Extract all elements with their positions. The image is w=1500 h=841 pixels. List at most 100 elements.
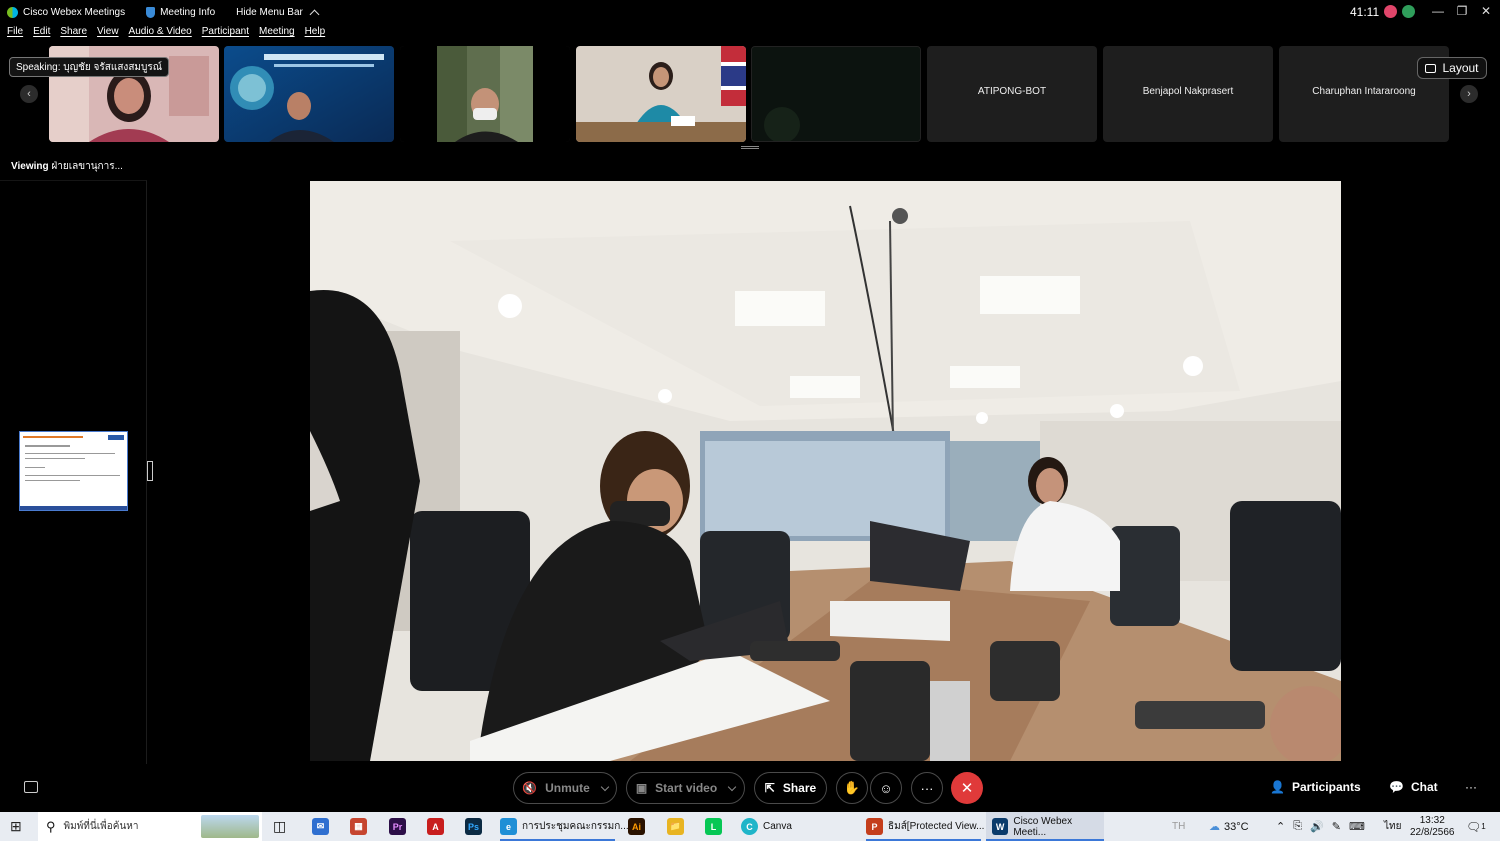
search-placeholder: พิมพ์ที่นี่เพื่อค้นหา: [63, 821, 139, 832]
webex-label: Cisco Webex Meeti...: [1013, 815, 1073, 838]
chevron-down-icon[interactable]: [600, 782, 610, 791]
photoshop-icon[interactable]: Ps: [465, 818, 482, 835]
mail-icon[interactable]: ✉: [312, 818, 329, 835]
recording-icon[interactable]: [1384, 5, 1397, 18]
share-button[interactable]: ⇱ Share: [754, 772, 827, 804]
clock[interactable]: 13:32 22/8/2566: [1410, 812, 1455, 841]
minimize-button[interactable]: —: [1427, 2, 1449, 20]
participant-video-3: [400, 46, 570, 142]
clock-date: 22/8/2566: [1410, 826, 1455, 838]
start-video-button[interactable]: ▣ Start video: [626, 772, 745, 804]
unmute-button[interactable]: 🔇 Unmute: [513, 772, 617, 804]
chevron-down-icon[interactable]: [727, 782, 737, 791]
hide-menu-bar-button[interactable]: Hide Menu Bar: [236, 7, 320, 19]
participant-tile-atipong[interactable]: ATIPONG-BOT: [927, 46, 1097, 142]
taskbar-canva-window[interactable]: C Canva: [741, 812, 792, 841]
notification-count: 1: [1481, 822, 1486, 831]
meeting-info-button[interactable]: Meeting Info: [146, 6, 216, 18]
menu-meeting[interactable]: Meeting: [259, 26, 295, 42]
menu-help[interactable]: Help: [305, 26, 326, 42]
video-off-icon: ▣: [635, 781, 648, 795]
taskbar-edge-window[interactable]: e การประชุมคณะกรรมก...: [500, 812, 629, 841]
meeting-info-label: Meeting Info: [160, 6, 216, 18]
ime-indicator[interactable]: TH: [1172, 812, 1185, 841]
participant-video-5: [752, 47, 920, 141]
main-video-feed: [310, 181, 1341, 761]
notification-icon: 🗨: [1466, 819, 1482, 834]
network-icon[interactable]: ⎘: [1293, 820, 1302, 833]
menu-view[interactable]: View: [97, 26, 119, 42]
viewing-name: ฝ่ายเลขานุการ...: [51, 161, 123, 172]
app-name: Cisco Webex Meetings: [23, 6, 126, 18]
participants-button[interactable]: 👤 Participants: [1270, 780, 1361, 794]
thumb-text-line: [25, 480, 80, 481]
taskbar-webex-window[interactable]: W Cisco Webex Meeti...: [986, 812, 1104, 841]
task-view-button[interactable]: ◫: [273, 812, 286, 841]
menu-share[interactable]: Share: [60, 26, 87, 42]
more-options-button[interactable]: ···: [911, 772, 943, 804]
menu-file[interactable]: File: [7, 26, 23, 42]
network-health-icon[interactable]: [1402, 5, 1415, 18]
shared-content-thumbnail[interactable]: [19, 431, 128, 511]
viewing-label: Viewing ฝ่ายเลขานุการ...: [11, 159, 123, 174]
filmstrip-resize-handle[interactable]: [741, 146, 759, 149]
filmstrip-prev-button[interactable]: ‹: [20, 85, 38, 103]
premiere-icon[interactable]: Pr: [389, 818, 406, 835]
person-icon: 👤: [1270, 780, 1285, 794]
language-indicator[interactable]: ไทย: [1384, 812, 1401, 841]
layout-label: Layout: [1442, 61, 1479, 75]
participants-label: Participants: [1291, 780, 1361, 794]
title-bar: Cisco Webex Meetings Meeting Info Hide M…: [0, 0, 1500, 24]
task-view-icon: ◫: [273, 818, 287, 834]
file-explorer-icon[interactable]: 📁: [667, 818, 684, 835]
thumb-header-line: [23, 436, 83, 438]
taskbar-search-box[interactable]: ⚲ พิมพ์ที่นี่เพื่อค้นหา: [38, 812, 262, 841]
captions-icon[interactable]: [24, 781, 38, 793]
viewing-prefix: Viewing: [11, 161, 49, 172]
participant-video-tile[interactable]: [751, 46, 921, 142]
panel-overflow-button[interactable]: ···: [1465, 780, 1477, 794]
taskbar-powerpoint-window[interactable]: P ธิมส์[Protected View...: [866, 812, 984, 841]
menu-audio-video[interactable]: Audio & Video: [129, 26, 192, 42]
edge-window-label: การประชุมคณะกรรมก...: [522, 821, 629, 832]
share-icon: ⇱: [764, 781, 775, 795]
menu-edit[interactable]: Edit: [33, 26, 50, 42]
thumb-logo: [108, 435, 124, 440]
thumb-text-line: [25, 467, 45, 468]
weather-widget[interactable]: ☁ 33°C: [1209, 812, 1249, 841]
meeting-timer: 41:11: [1350, 5, 1380, 19]
acrobat-icon[interactable]: A: [427, 818, 444, 835]
participant-video-tile[interactable]: [224, 46, 394, 142]
layout-button[interactable]: Layout: [1417, 57, 1487, 79]
pen-icon[interactable]: ✎: [1332, 820, 1341, 833]
speaking-text: Speaking: บุญชัย จรัสแสงสมบูรณ์: [16, 61, 163, 73]
keyboard-icon[interactable]: ⌨: [1349, 820, 1365, 833]
reactions-button[interactable]: ☺: [870, 772, 902, 804]
filmstrip-next-button[interactable]: ›: [1460, 85, 1478, 103]
participant-name: Charuphan Intararoong: [1312, 86, 1416, 97]
chevron-up-icon: [309, 9, 320, 19]
participant-video-tile[interactable]: [400, 46, 570, 142]
participant-video-tile[interactable]: [576, 46, 746, 142]
line-icon[interactable]: L: [705, 818, 722, 835]
chat-button[interactable]: 💬 Chat: [1389, 780, 1438, 794]
store-icon[interactable]: ▦: [350, 818, 367, 835]
speaker-icon[interactable]: 🔊: [1310, 820, 1324, 833]
restore-button[interactable]: ❐: [1451, 2, 1473, 20]
panel-splitter[interactable]: [147, 461, 153, 481]
notification-center[interactable]: 🗨 1: [1466, 812, 1486, 841]
participant-tile-benjapol[interactable]: Benjapol Nakprasert: [1103, 46, 1273, 142]
close-window-button[interactable]: ✕: [1475, 2, 1497, 20]
participant-name: Benjapol Nakprasert: [1142, 86, 1234, 97]
share-label: Share: [782, 781, 817, 795]
main-video-stage[interactable]: [310, 181, 1341, 761]
illustrator-icon[interactable]: Ai: [628, 818, 645, 835]
leave-meeting-button[interactable]: ✕: [951, 772, 983, 804]
powerpoint-icon: P: [866, 818, 883, 835]
thumb-footer: [20, 506, 127, 510]
chevron-up-icon[interactable]: ⌃: [1276, 820, 1285, 833]
participant-video-2: [224, 46, 394, 142]
start-button[interactable]: ⊞: [10, 812, 22, 841]
raise-hand-button[interactable]: ✋: [836, 772, 868, 804]
menu-participant[interactable]: Participant: [202, 26, 249, 42]
